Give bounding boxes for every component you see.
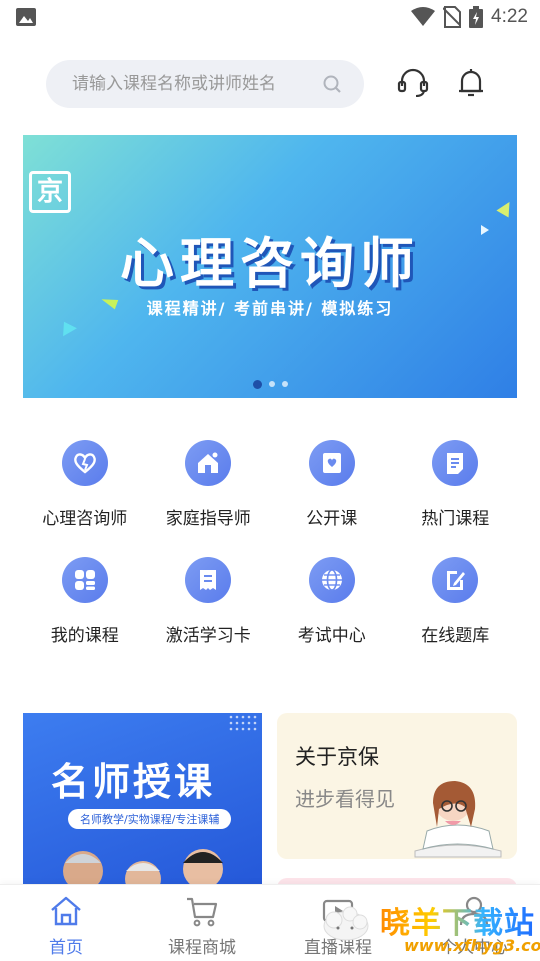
carousel-dot[interactable]: [268, 381, 275, 387]
reading-girl-illustration: [414, 781, 502, 858]
promo-right-title: 关于京保: [295, 745, 379, 769]
category-label: 心理咨询师: [42, 509, 128, 529]
bell-icon[interactable]: [454, 66, 488, 100]
cart-icon: [187, 897, 218, 927]
nav-label: 首页: [49, 938, 83, 958]
banner-title: 心理咨询师: [120, 232, 420, 295]
nav-home[interactable]: 首页: [16, 893, 116, 958]
sheep-logo: [323, 906, 369, 941]
banner-subtitle: 课程精讲/ 考前串讲/ 模拟练习: [146, 299, 394, 318]
status-time: 4:22: [491, 6, 528, 27]
promo-right-subtitle: 进步看得见: [295, 787, 395, 811]
heart-card-icon: [308, 440, 355, 486]
promo-left-tag: 名师教学/实物课程/专注课辅: [68, 809, 232, 829]
category-my-courses[interactable]: 我的课程: [23, 557, 147, 646]
nav-label: 课程商城: [168, 938, 236, 958]
carousel-indicator: [23, 380, 517, 389]
dot-pattern: [229, 715, 257, 731]
category-label: 热门课程: [421, 509, 490, 529]
document-icon: [432, 440, 479, 486]
no-sim-icon: [443, 6, 462, 28]
category-exam-center[interactable]: 考试中心: [270, 557, 394, 646]
category-psych-counselor[interactable]: 心理咨询师: [23, 440, 147, 529]
category-family-guide[interactable]: 家庭指导师: [147, 440, 271, 529]
category-label: 考试中心: [297, 626, 366, 646]
nav-course-mall[interactable]: 课程商城: [152, 893, 252, 958]
edit-icon: [432, 557, 479, 603]
carousel-dot-active[interactable]: [252, 380, 262, 389]
search-bar[interactable]: [46, 60, 364, 108]
category-open-class[interactable]: 公开课: [270, 440, 394, 529]
search-icon[interactable]: [322, 74, 342, 94]
site-watermark: 晓羊下载站 www.xfhyg3.com: [300, 896, 540, 960]
category-hot-courses[interactable]: 热门课程: [394, 440, 518, 529]
carousel-dot[interactable]: [281, 381, 288, 387]
promo-left-title: 名师授课: [51, 760, 216, 804]
home-icon: [51, 896, 81, 926]
decor-triangle: [57, 317, 77, 337]
receipt-icon: [185, 557, 232, 603]
headset-icon[interactable]: [396, 66, 430, 100]
gallery-icon: [16, 8, 36, 26]
brand-logo: 京: [29, 171, 71, 213]
category-label: 我的课程: [50, 626, 119, 646]
category-label: 公开课: [306, 509, 358, 529]
category-online-questions[interactable]: 在线题库: [394, 557, 518, 646]
search-input[interactable]: [70, 73, 322, 95]
category-label: 在线题库: [421, 626, 490, 646]
home-icon: [185, 440, 232, 486]
apps-icon: [61, 557, 108, 603]
banner-carousel[interactable]: 京 心理咨询师 课程精讲/ 考前串讲/ 模拟练习: [23, 135, 517, 398]
battery-icon: [469, 6, 484, 28]
category-activate-card[interactable]: 激活学习卡: [147, 557, 271, 646]
category-grid: 心理咨询师 家庭指导师 公开课 热门课程 我的课程 激活学习卡 考试中心 在线题…: [23, 440, 517, 646]
decor-triangle: [496, 198, 516, 218]
wifi-icon: [411, 7, 436, 26]
category-label: 激活学习卡: [165, 626, 251, 646]
promo-card-famous-teachers[interactable]: 名师授课 名师教学/实物课程/专注课辅: [23, 713, 262, 893]
category-label: 家庭指导师: [165, 509, 251, 529]
globe-icon: [308, 557, 355, 603]
promo-card-about[interactable]: 关于京保 进步看得见: [277, 713, 517, 859]
watermark-url: www.xfhyg3.com: [404, 936, 540, 955]
status-bar: 4:22: [0, 0, 540, 36]
heart-icon: [61, 440, 108, 486]
